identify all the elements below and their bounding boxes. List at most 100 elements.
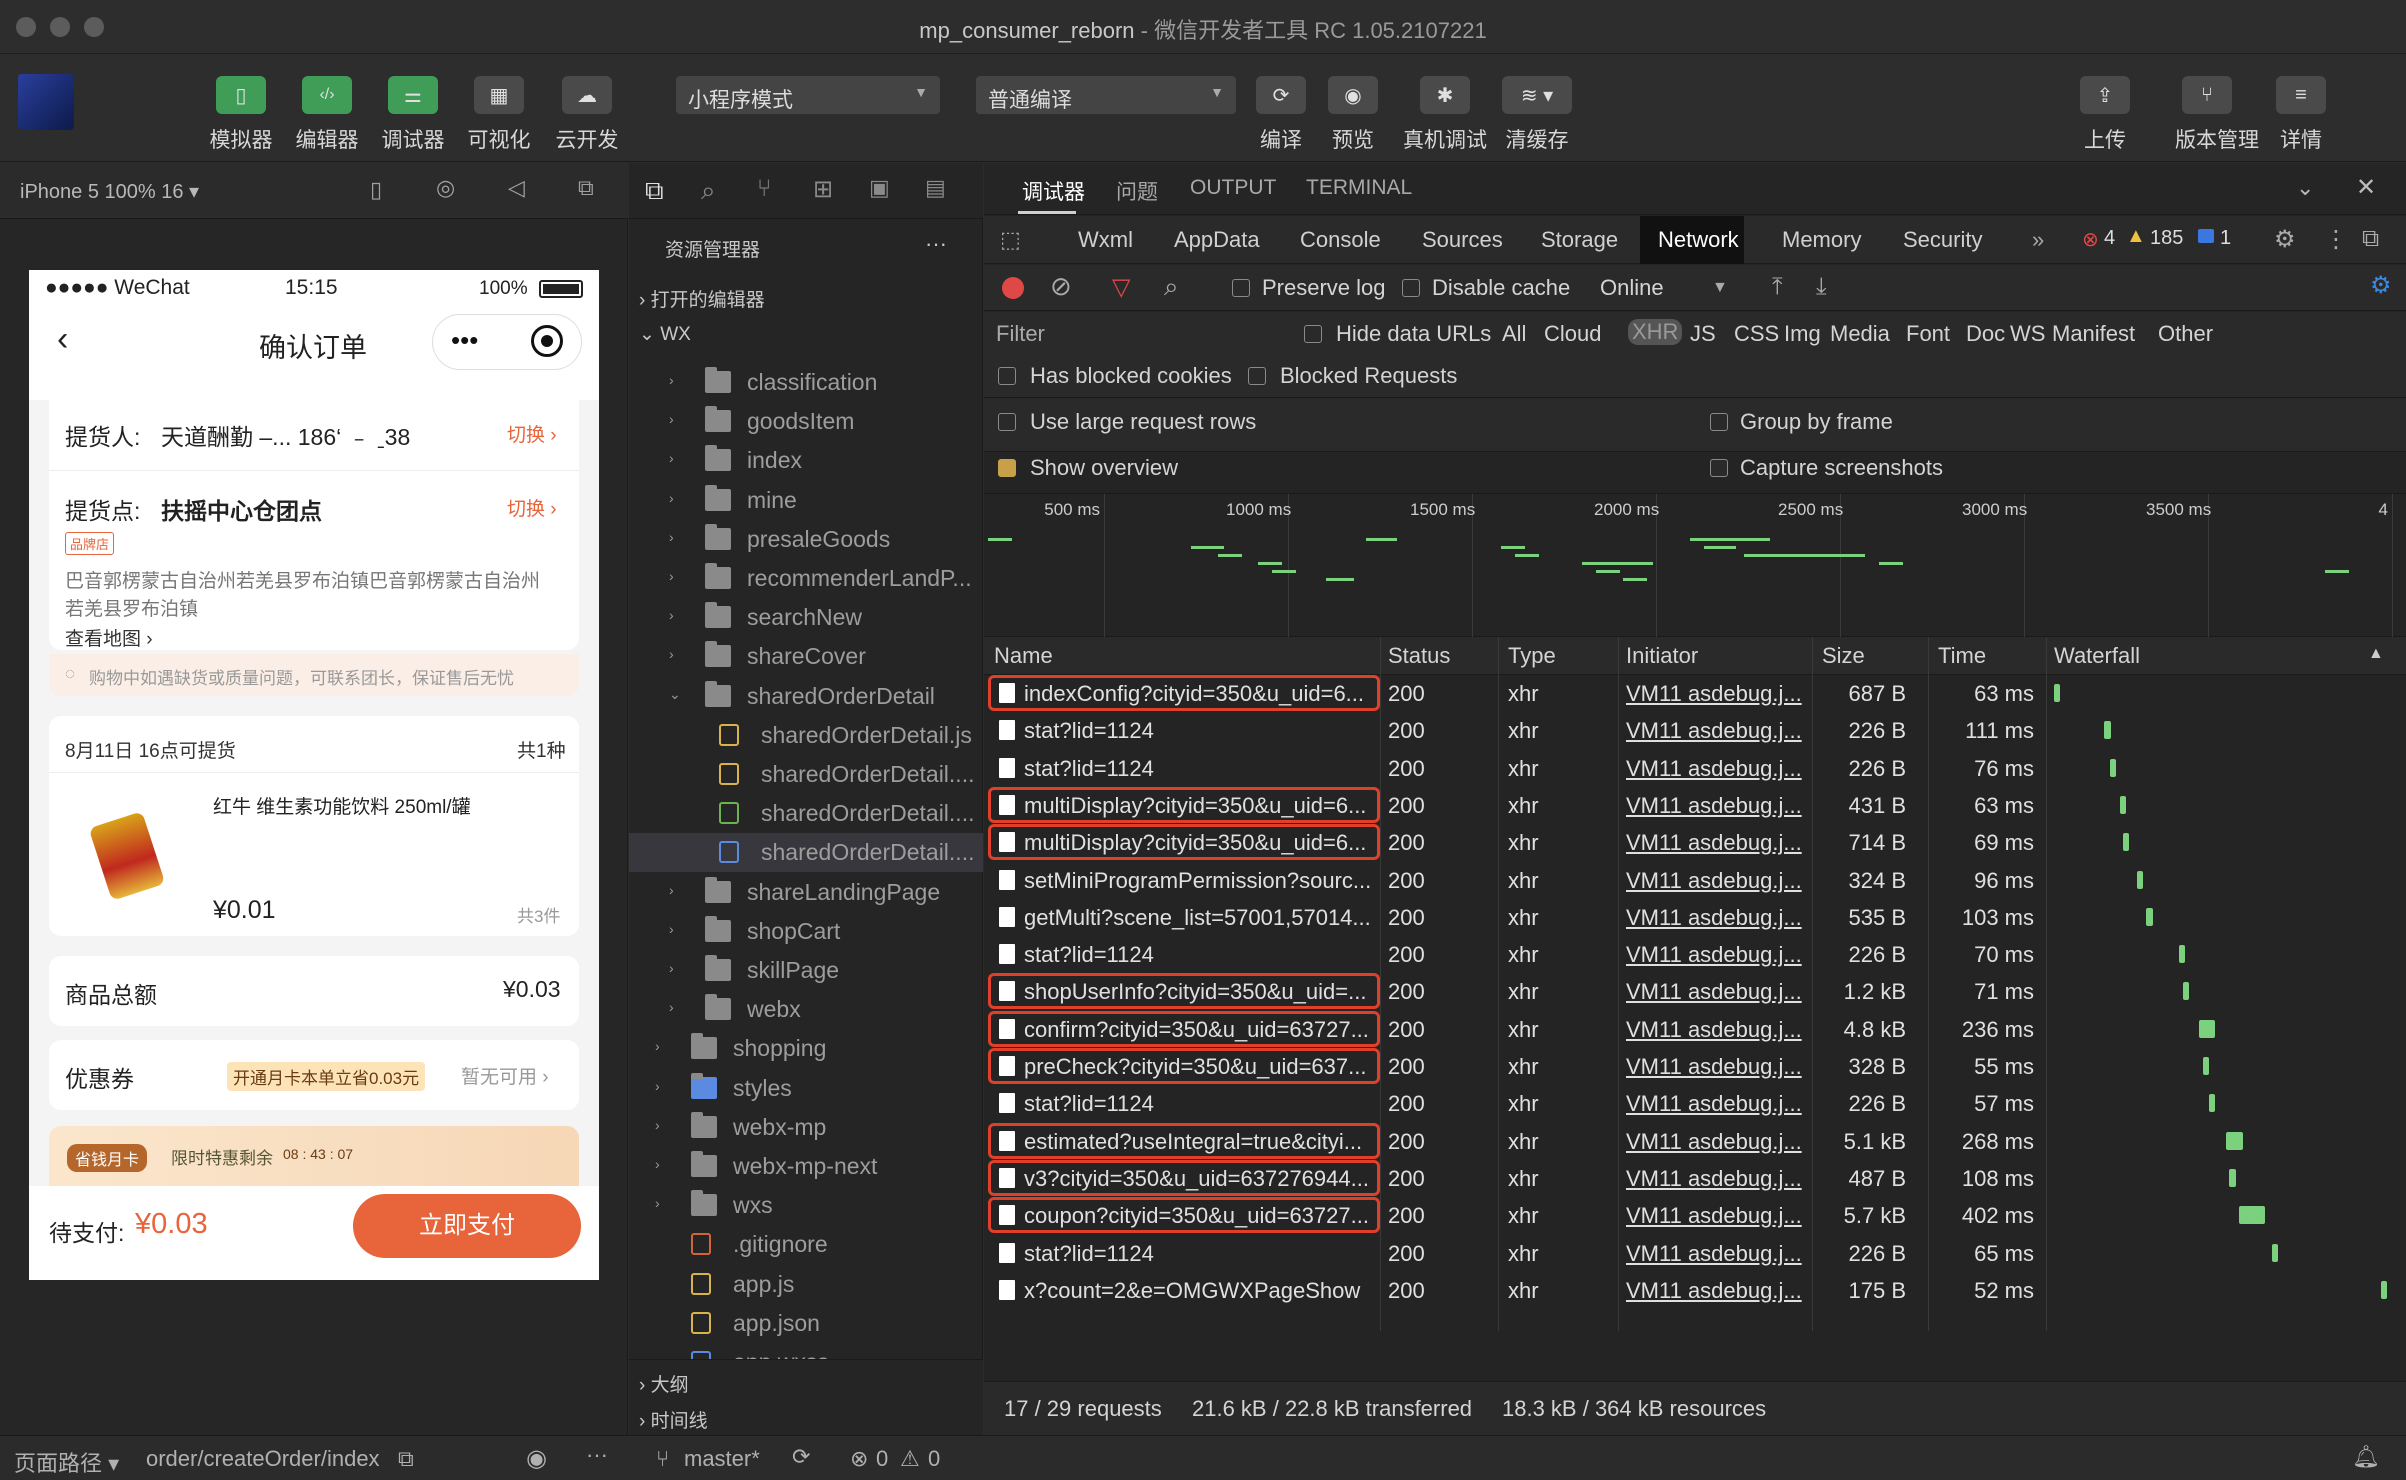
inspect-icon[interactable]: ⬚ (1000, 227, 1021, 253)
preserve-log-checkbox[interactable] (1232, 279, 1250, 297)
extensions-icon[interactable]: ⊞ (813, 175, 833, 204)
compile-button[interactable]: ⟳ (1256, 76, 1306, 114)
col-initiator[interactable]: Initiator (1626, 643, 1698, 669)
type-filter-cloud[interactable]: Cloud (1544, 321, 1601, 347)
page-path-select[interactable]: 页面路径 ▾ (14, 1446, 119, 1478)
search-icon[interactable]: ⌕ (1164, 271, 1179, 303)
info-icon[interactable] (2198, 229, 2214, 243)
sync-icon[interactable]: ⟳ (792, 1444, 810, 1470)
source-control-icon[interactable]: ⑂ (757, 175, 771, 203)
network-settings-icon[interactable]: ⚙ (2370, 271, 2392, 300)
error-icon[interactable]: ⊗ (2082, 227, 2099, 252)
phone-icon[interactable]: ▯ (370, 177, 382, 203)
request-initiator[interactable]: VM11 asdebug.j... (1626, 1129, 1806, 1155)
tree-item[interactable]: › webx (629, 990, 983, 1029)
tree-item[interactable]: .gitignore (629, 1225, 983, 1264)
open-editors-section[interactable]: › 打开的编辑器 (639, 285, 765, 312)
tree-item[interactable]: › goodsItem (629, 402, 983, 441)
back-icon[interactable]: ‹ (57, 320, 68, 359)
request-initiator[interactable]: VM11 asdebug.j... (1626, 793, 1806, 819)
chevron-right-icon[interactable]: › (669, 607, 674, 623)
panel-network[interactable]: Network (1658, 227, 1739, 253)
request-initiator[interactable]: VM11 asdebug.j... (1626, 681, 1806, 707)
request-row[interactable]: setMiniProgramPermission?sourc... 200 xhr V… (984, 862, 2406, 899)
version-button[interactable]: ⑂ (2182, 76, 2232, 114)
request-row[interactable]: preCheck?cityid=350&u_uid=637... 200 xhr VM… (984, 1048, 2406, 1085)
request-initiator[interactable]: VM11 asdebug.j... (1626, 1278, 1806, 1304)
request-initiator[interactable]: VM11 asdebug.j... (1626, 1203, 1806, 1229)
tree-item[interactable]: › presaleGoods (629, 520, 983, 559)
tree-item[interactable]: › shopping (629, 1029, 983, 1068)
warning-icon[interactable]: ▲ (2126, 225, 2146, 248)
request-initiator[interactable]: VM11 asdebug.j... (1626, 868, 1806, 894)
copy-icon[interactable]: ⧉ (398, 1446, 414, 1472)
kebab-menu-icon[interactable]: ⋮ (2324, 225, 2348, 254)
error-icon[interactable]: ⊗ (850, 1446, 868, 1472)
git-branch[interactable]: master* (684, 1446, 760, 1472)
filter-input[interactable]: Filter (996, 321, 1045, 347)
col-name[interactable]: Name (994, 643, 1053, 669)
tree-item[interactable]: › shopCart (629, 912, 983, 951)
chevron-right-icon[interactable]: › (669, 882, 674, 898)
tree-item[interactable]: ⌄ sharedOrderDetail (629, 677, 983, 716)
record-icon[interactable]: ◎ (436, 175, 455, 201)
eye-icon[interactable]: ◉ (526, 1444, 547, 1473)
hide-data-urls-checkbox[interactable] (1304, 325, 1322, 343)
tree-item[interactable]: › classification (629, 363, 983, 402)
panel-security[interactable]: Security (1903, 227, 1982, 253)
search-icon[interactable]: ⌕ (701, 175, 716, 207)
chevron-right-icon[interactable]: › (655, 1195, 660, 1211)
dock-icon[interactable]: ⧉ (2362, 225, 2379, 253)
tree-item[interactable]: › index (629, 441, 983, 480)
request-row[interactable]: indexConfig?cityid=350&u_uid=6... 200 xhr V… (984, 675, 2406, 712)
request-row[interactable]: x?count=2&e=OMGWXPageShow 200 xhr VM11 asde… (984, 1272, 2406, 1309)
chevron-right-icon[interactable]: › (669, 490, 674, 506)
branch-icon[interactable]: ⑂ (656, 1446, 669, 1472)
chevron-down-icon[interactable]: ▼ (1712, 279, 1728, 297)
chevron-right-icon[interactable]: › (655, 1117, 660, 1133)
cloud-button[interactable]: ☁ (562, 76, 612, 114)
gear-icon[interactable]: ⚙ (2274, 225, 2296, 254)
tree-item[interactable]: › skillPage (629, 951, 983, 990)
chevron-down-icon[interactable]: ⌄ (2296, 175, 2314, 201)
chevron-right-icon[interactable]: › (669, 372, 674, 388)
type-filter-media[interactable]: Media (1830, 321, 1890, 347)
more-icon[interactable]: ••• (451, 325, 478, 356)
network-overview[interactable]: 500 ms 1000 ms 1500 ms 2000 ms 2500 ms 3000 m… (984, 493, 2406, 638)
request-row[interactable]: stat?lid=1124 200 xhr VM11 asdebug.j... 226 … (984, 936, 2406, 973)
chevron-right-icon[interactable]: › (669, 960, 674, 976)
tree-item[interactable]: sharedOrderDetail.... (629, 833, 983, 873)
more-panels-icon[interactable]: » (2032, 227, 2044, 253)
clear-icon[interactable]: ⊘ (1050, 271, 1072, 302)
preview-button[interactable]: ◉ (1328, 76, 1378, 114)
request-row[interactable]: stat?lid=1124 200 xhr VM11 asdebug.j... 226 … (984, 1235, 2406, 1272)
col-size[interactable]: Size (1822, 643, 1865, 669)
request-initiator[interactable]: VM11 asdebug.j... (1626, 1241, 1806, 1267)
request-initiator[interactable]: VM11 asdebug.j... (1626, 756, 1806, 782)
mode-select[interactable]: 小程序模式 ▼ (676, 76, 940, 114)
export-icon[interactable]: ⤓ (1816, 273, 1827, 301)
request-row[interactable]: stat?lid=1124 200 xhr VM11 asdebug.j... 226 … (984, 712, 2406, 749)
tree-item[interactable]: › webx-mp-next (629, 1147, 983, 1186)
type-filter-font[interactable]: Font (1906, 321, 1950, 347)
request-initiator[interactable]: VM11 asdebug.j... (1626, 942, 1806, 968)
col-time[interactable]: Time (1938, 643, 1986, 669)
record-icon[interactable] (1002, 277, 1024, 299)
tree-item[interactable]: › searchNew (629, 598, 983, 637)
request-initiator[interactable]: VM11 asdebug.j... (1626, 979, 1806, 1005)
type-filter-css[interactable]: CSS (1734, 321, 1779, 347)
chevron-right-icon[interactable]: › (669, 450, 674, 466)
bell-icon[interactable]: 🔔︎ (2352, 1444, 2380, 1470)
panel-appdata[interactable]: AppData (1174, 227, 1260, 253)
product-name[interactable]: 红牛 维生素功能饮料 250ml/罐 (213, 792, 471, 819)
close-icon[interactable]: ✕ (2356, 173, 2376, 202)
type-filter-doc[interactable]: Doc (1966, 321, 2005, 347)
request-row[interactable]: stat?lid=1124 200 xhr VM11 asdebug.j... 226 … (984, 750, 2406, 787)
chevron-right-icon[interactable]: › (669, 529, 674, 545)
type-filter-js[interactable]: JS (1690, 321, 1716, 347)
chevron-right-icon[interactable]: › (669, 568, 674, 584)
chevron-right-icon[interactable]: › (655, 1078, 660, 1094)
upload-button[interactable]: ⇪ (2080, 76, 2130, 114)
disable-cache-checkbox[interactable] (1402, 279, 1420, 297)
tree-item[interactable]: › styles (629, 1069, 983, 1108)
